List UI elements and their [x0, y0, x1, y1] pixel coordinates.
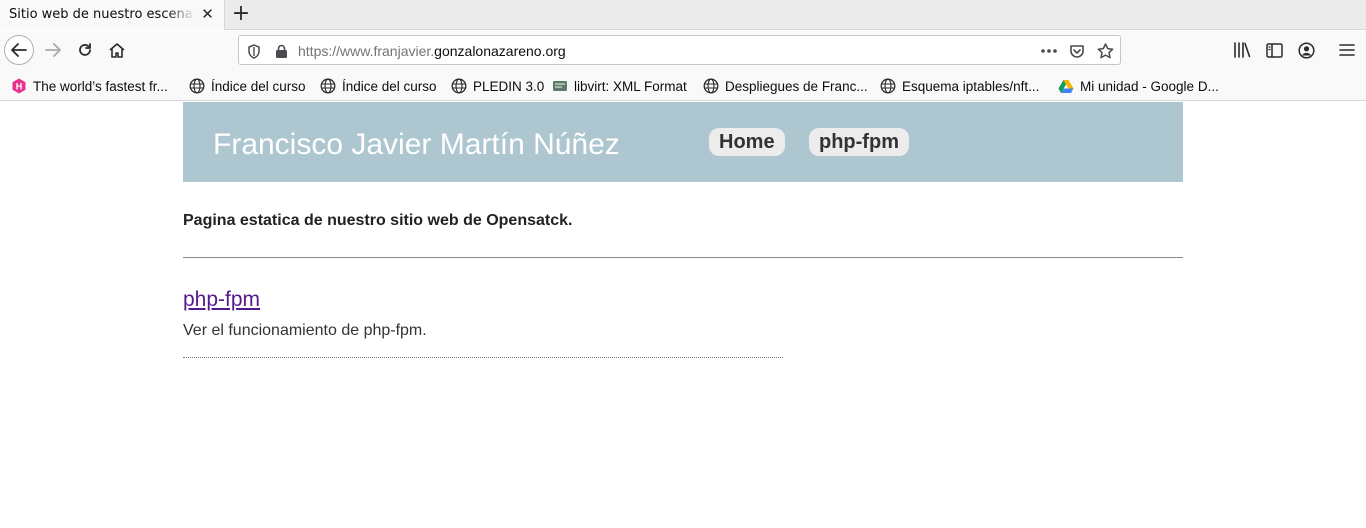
sidebar-icon[interactable] — [1263, 39, 1285, 61]
bookmark-item[interactable]: Despliegues de Franc... — [703, 77, 868, 95]
hasura-icon: H — [11, 78, 27, 94]
tracking-protection-shield-icon[interactable] — [245, 42, 263, 60]
bookmark-label: libvirt: XML Format — [574, 78, 687, 94]
globe-icon — [189, 78, 205, 94]
new-tab-icon[interactable]: + — [230, 3, 252, 25]
tab-active[interactable]: Sitio web de nuestro escenario ✕ — [0, 0, 225, 30]
bookmark-label: Mi unidad - Google D... — [1080, 78, 1219, 94]
nav-bar: https://www.franjavier.gonzalonazareno.o… — [0, 31, 1366, 69]
svg-text:H: H — [16, 82, 23, 92]
bookmark-label: The world’s fastest fr... — [33, 78, 168, 94]
url-bar[interactable]: https://www.franjavier.gonzalonazareno.o… — [238, 35, 1121, 65]
bookmark-item[interactable]: Índice del curso — [320, 77, 437, 95]
lock-icon[interactable] — [272, 42, 290, 60]
tab-title: Sitio web de nuestro escenario — [9, 7, 195, 22]
url-text[interactable]: https://www.franjavier.gonzalonazareno.o… — [298, 42, 566, 60]
close-tab-icon[interactable]: ✕ — [199, 6, 216, 23]
home-button[interactable] — [102, 35, 132, 65]
back-button[interactable] — [4, 35, 34, 65]
google-drive-icon — [1058, 78, 1074, 94]
bookmark-label: Índice del curso — [211, 78, 306, 94]
hamburger-menu-icon[interactable] — [1336, 39, 1358, 61]
bookmark-label: PLEDIN 3.0 — [473, 78, 545, 94]
bookmark-item[interactable]: Esquema iptables/nft... — [880, 77, 1039, 95]
bookmark-item[interactable]: H The world’s fastest fr... — [11, 77, 168, 95]
bookmark-item[interactable]: Mi unidad - Google D... — [1058, 77, 1219, 95]
site-header: Francisco Javier Martín Núñez Home php-f… — [183, 102, 1183, 182]
library-icon[interactable] — [1231, 39, 1253, 61]
bookmarks-bar: H The world’s fastest fr... Índice del c… — [0, 69, 1366, 101]
bookmark-label: Índice del curso — [342, 78, 437, 94]
globe-icon — [703, 78, 719, 94]
post-title-link[interactable]: php-fpm — [183, 288, 260, 312]
back-arrow-icon — [11, 43, 27, 57]
globe-icon — [451, 78, 467, 94]
site-title[interactable]: Francisco Javier Martín Núñez — [213, 129, 620, 161]
url-prefix: https://www.franjavier. — [298, 43, 435, 59]
bookmark-label: Esquema iptables/nft... — [902, 78, 1040, 94]
libvirt-icon — [552, 78, 568, 94]
url-domain: gonzalonazareno.org — [434, 43, 566, 59]
bookmark-item[interactable]: PLEDIN 3.0 — [451, 77, 544, 95]
post-separator — [183, 357, 783, 358]
globe-icon — [880, 78, 896, 94]
pocket-icon[interactable] — [1068, 42, 1086, 60]
bookmark-star-icon[interactable] — [1096, 42, 1114, 60]
globe-icon — [320, 78, 336, 94]
intro-text: Pagina estatica de nuestro sitio web de … — [183, 212, 573, 229]
nav-php-fpm-button[interactable]: php-fpm — [809, 128, 909, 156]
bookmark-item[interactable]: libvirt: XML Format — [552, 77, 687, 95]
home-icon — [109, 43, 125, 58]
post-description: Ver el funcionamiento de php-fpm. — [183, 322, 427, 339]
page-actions-icon[interactable] — [1040, 42, 1058, 60]
forward-button[interactable] — [38, 35, 68, 65]
bookmark-label: Despliegues de Franc... — [725, 78, 868, 94]
nav-home-button[interactable]: Home — [709, 128, 785, 156]
forward-arrow-icon — [45, 43, 61, 57]
reload-button[interactable] — [70, 35, 100, 65]
bookmark-item[interactable]: Índice del curso — [189, 77, 306, 95]
account-icon[interactable] — [1295, 39, 1317, 61]
tab-strip: Sitio web de nuestro escenario ✕ + — [0, 0, 1366, 30]
reload-icon — [79, 43, 91, 56]
divider — [183, 257, 1183, 258]
